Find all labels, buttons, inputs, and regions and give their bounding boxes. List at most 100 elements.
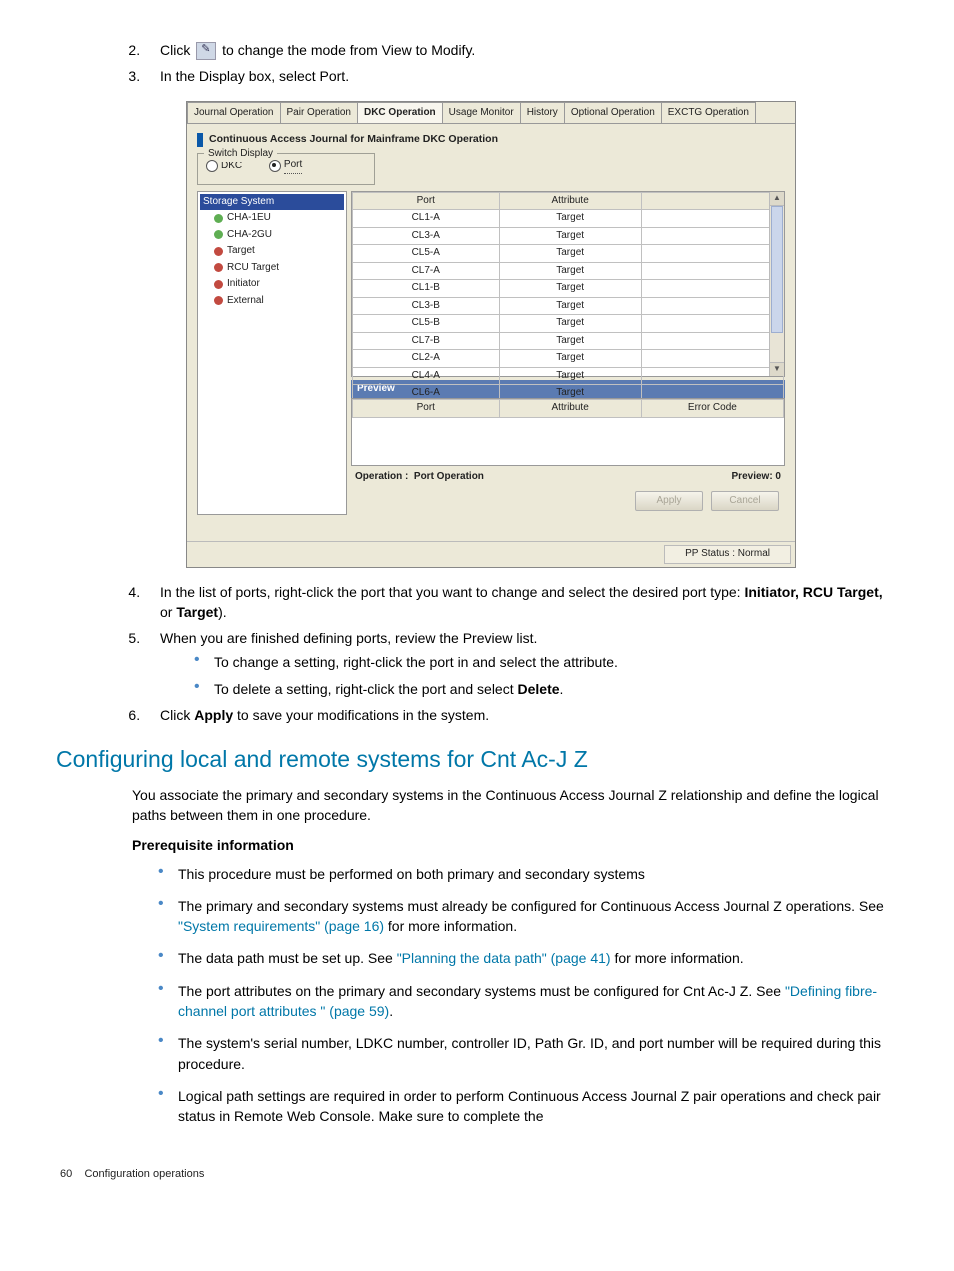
prereq-tail: for more information. <box>384 918 517 934</box>
cell-blank <box>641 227 783 245</box>
tree-node-icon <box>214 247 223 256</box>
tree-node[interactable]: CHA-1EU <box>200 210 344 227</box>
s5b2a: To delete a setting, right-click the por… <box>214 681 518 697</box>
prereq-text: Logical path settings are required in or… <box>178 1088 881 1124</box>
table-row[interactable]: CL4-ATarget <box>353 367 784 385</box>
tab-usage[interactable]: Usage Monitor <box>442 102 520 124</box>
prereq-tail: . <box>389 1003 393 1019</box>
prereq-tail: for more information. <box>611 950 744 966</box>
edit-mode-icon <box>196 42 216 60</box>
s6c: to save your modifications in the system… <box>233 707 489 723</box>
preview-attr-hdr: Attribute <box>499 400 641 418</box>
cell-port: CL5-B <box>353 315 500 333</box>
tab-journal[interactable]: Journal Operation <box>187 102 280 124</box>
tab-pair[interactable]: Pair Operation <box>280 102 357 124</box>
cell-blank <box>641 367 783 385</box>
tab-history[interactable]: History <box>520 102 564 124</box>
prereq-text: The port attributes on the primary and s… <box>178 983 785 999</box>
steps-bottom-list: In the list of ports, right-click the po… <box>56 582 898 726</box>
port-col-hdr: Port <box>353 192 500 210</box>
tree-node[interactable]: CHA-2GU <box>200 227 344 244</box>
tree-node-icon <box>214 214 223 223</box>
tree-root[interactable]: Storage System <box>200 194 344 211</box>
page-footer: 60 Configuration operations <box>56 1167 898 1183</box>
preview-err-hdr: Error Code <box>641 400 783 418</box>
apply-button[interactable]: Apply <box>635 491 703 512</box>
cell-attr: Target <box>499 227 641 245</box>
cell-attr: Target <box>499 350 641 368</box>
prereq-text: This procedure must be performed on both… <box>178 866 645 882</box>
attr-col-hdr: Attribute <box>499 192 641 210</box>
cell-attr: Target <box>499 297 641 315</box>
preview-table-wrap: Port Attribute Error Code <box>351 398 785 466</box>
prereq-text: The primary and secondary systems must a… <box>178 898 884 914</box>
cell-blank <box>641 280 783 298</box>
preview-table[interactable]: Port Attribute Error Code <box>352 399 784 418</box>
tab-strip: Journal Operation Pair Operation DKC Ope… <box>187 102 795 125</box>
scroll-thumb[interactable] <box>771 206 783 333</box>
step-5-bullet-1: To change a setting, right-click the por… <box>200 652 898 672</box>
tree-node[interactable]: Target <box>200 243 344 260</box>
table-row[interactable]: CL1-BTarget <box>353 280 784 298</box>
tab-dkc[interactable]: DKC Operation <box>357 102 442 124</box>
step-4-e: ). <box>218 604 227 620</box>
prereq-heading: Prerequisite information <box>132 835 898 855</box>
table-row[interactable]: CL5-BTarget <box>353 315 784 333</box>
step-2: Click to change the mode from View to Mo… <box>144 40 898 60</box>
tree-node-label: CHA-1EU <box>227 211 271 226</box>
tree-panel[interactable]: Storage System CHA-1EUCHA-2GUTargetRCU T… <box>197 191 347 516</box>
scroll-down-icon[interactable]: ▼ <box>770 362 784 376</box>
operation-label: Operation : <box>355 471 408 482</box>
table-row[interactable]: CL3-BTarget <box>353 297 784 315</box>
s6b: Apply <box>194 707 233 723</box>
table-row[interactable]: CL1-ATarget <box>353 210 784 228</box>
cell-attr: Target <box>499 262 641 280</box>
cell-port: CL5-A <box>353 245 500 263</box>
operation-line: Operation : Port Operation Preview: 0 <box>351 466 785 491</box>
table-row[interactable]: CL7-BTarget <box>353 332 784 350</box>
tab-optional[interactable]: Optional Operation <box>564 102 661 124</box>
step-4-a: In the list of ports, right-click the po… <box>160 584 744 600</box>
footer-page-num: 60 <box>60 1168 72 1180</box>
tree-node-label: Target <box>227 244 255 259</box>
radio-port[interactable]: Port <box>269 158 302 174</box>
table-row[interactable]: CL5-ATarget <box>353 245 784 263</box>
prereq-link[interactable]: "System requirements" (page 16) <box>178 918 384 934</box>
prereq-item: The port attributes on the primary and s… <box>164 981 898 1022</box>
prereq-item: The primary and secondary systems must a… <box>164 896 898 937</box>
section-heading: Configuring local and remote systems for… <box>56 743 898 776</box>
scroll-up-icon[interactable]: ▲ <box>770 192 784 206</box>
table-scrollbar[interactable]: ▲ ▼ <box>769 192 784 376</box>
dkc-operation-screenshot: Journal Operation Pair Operation DKC Ope… <box>186 101 796 568</box>
cell-blank <box>641 262 783 280</box>
table-row[interactable]: CL7-ATarget <box>353 262 784 280</box>
table-row[interactable]: CL3-ATarget <box>353 227 784 245</box>
cell-attr: Target <box>499 245 641 263</box>
tab-exctg[interactable]: EXCTG Operation <box>661 102 756 124</box>
step-6: Click Apply to save your modifications i… <box>144 705 898 725</box>
step-2-text-a: Click <box>160 42 194 58</box>
step-5-text: When you are finished defining ports, re… <box>160 630 537 646</box>
cell-blank <box>641 210 783 228</box>
cell-blank <box>641 332 783 350</box>
preview-count: Preview: 0 <box>732 470 781 485</box>
cell-blank <box>641 297 783 315</box>
port-table-wrap: Port Attribute CL1-ATargetCL3-ATargetCL5… <box>351 191 785 377</box>
preview-port-hdr: Port <box>353 400 500 418</box>
prereq-list: This procedure must be performed on both… <box>56 864 898 1127</box>
step-2-text-b: to change the mode from View to Modify. <box>222 42 475 58</box>
cell-port: CL1-B <box>353 280 500 298</box>
footer-title: Configuration operations <box>84 1168 204 1180</box>
tree-node[interactable]: External <box>200 293 344 310</box>
prereq-item: The data path must be set up. See "Plann… <box>164 948 898 968</box>
blank-col-hdr <box>641 192 783 210</box>
tree-node[interactable]: Initiator <box>200 276 344 293</box>
tree-node[interactable]: RCU Target <box>200 260 344 277</box>
cancel-button[interactable]: Cancel <box>711 491 779 512</box>
prereq-item: This procedure must be performed on both… <box>164 864 898 884</box>
prereq-link[interactable]: "Planning the data path" (page 41) <box>397 950 611 966</box>
cell-blank <box>641 350 783 368</box>
cell-attr: Target <box>499 210 641 228</box>
table-row[interactable]: CL2-ATarget <box>353 350 784 368</box>
step-3: In the Display box, select Port. <box>144 66 898 86</box>
